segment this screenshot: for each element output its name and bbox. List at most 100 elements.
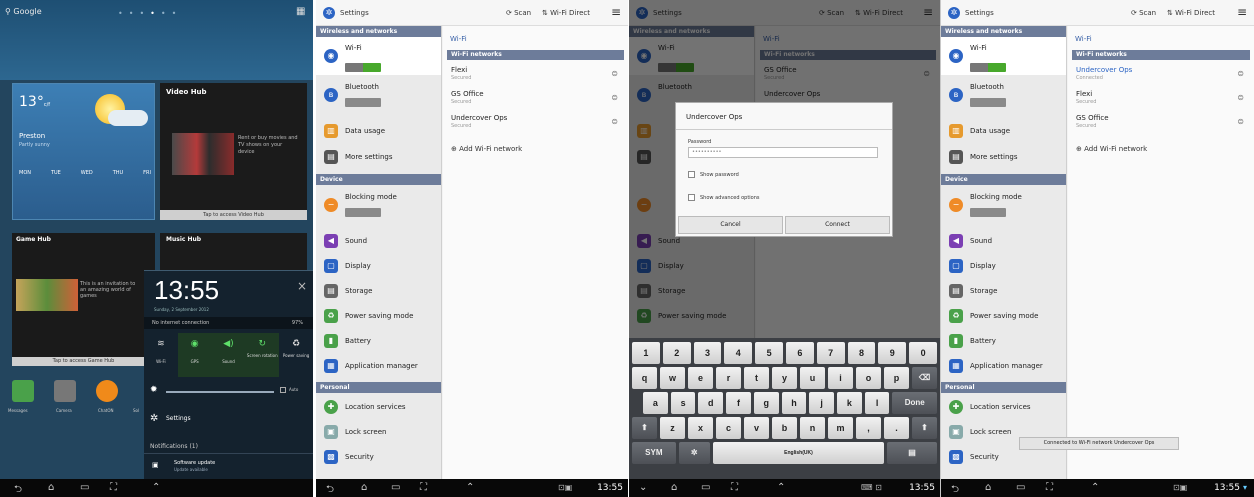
power-saving-item[interactable]: ♻ Power saving mode xyxy=(316,307,441,327)
key[interactable]: a xyxy=(643,392,668,414)
chevron-up-icon[interactable]: ⌃ xyxy=(466,482,474,493)
wifi-toggle[interactable]: ≋ Wi-Fi xyxy=(144,333,178,377)
back-icon[interactable]: ⮌ xyxy=(326,482,334,497)
game-hub-widget[interactable]: Game Hub This is an invitation to an ama… xyxy=(12,233,155,366)
wifi-switch[interactable] xyxy=(970,63,1006,72)
add-network-button[interactable]: ⊕ Add Wi-Fi network xyxy=(451,145,522,153)
brightness-slider[interactable] xyxy=(166,391,274,393)
bluetooth-item[interactable]: ʙ Bluetooth xyxy=(941,76,1066,112)
key[interactable]: u xyxy=(800,367,825,389)
key[interactable]: q xyxy=(632,367,657,389)
more-settings-item[interactable]: ▤ More settings xyxy=(941,148,1066,168)
network-item[interactable]: Undercover Ops Secured ⊜ xyxy=(451,114,620,129)
wifi-item[interactable]: ◉ Wi-Fi xyxy=(941,37,1066,75)
settings-key[interactable]: ✲ xyxy=(678,442,710,464)
key[interactable]: m xyxy=(828,417,853,439)
recent-apps-icon[interactable]: ▭ xyxy=(391,482,400,493)
key[interactable]: 6 xyxy=(785,342,814,364)
space-key[interactable]: English(UK) xyxy=(712,442,885,464)
recent-apps-icon[interactable]: ▭ xyxy=(80,482,89,493)
scan-button[interactable]: ⟳ Scan xyxy=(506,9,531,17)
network-item[interactable]: Flexi Secured ⊜ xyxy=(451,66,620,81)
sound-item[interactable]: ◀ Sound xyxy=(941,232,1066,252)
key[interactable]: g xyxy=(753,392,779,414)
sound-toggle[interactable]: ◀) Sound xyxy=(211,333,246,377)
key[interactable]: 5 xyxy=(755,342,783,364)
lock-screen-item[interactable]: ▣ Lock screen xyxy=(316,423,441,443)
key[interactable]: j xyxy=(809,392,835,414)
connect-button[interactable]: Connect xyxy=(785,216,890,234)
game-hub-action[interactable]: Tap to access Game Hub xyxy=(12,357,155,366)
app-manager-item[interactable]: ▦ Application manager xyxy=(316,357,441,377)
key[interactable]: c xyxy=(716,417,741,439)
key[interactable]: y xyxy=(772,367,797,389)
security-item[interactable]: ▩ Security xyxy=(941,448,1066,468)
recent-apps-icon[interactable]: ▭ xyxy=(701,482,710,493)
wifi-direct-button[interactable]: ⇅ Wi-Fi Direct xyxy=(542,9,590,17)
done-key[interactable]: Done xyxy=(892,392,937,414)
key[interactable]: n xyxy=(800,417,825,439)
security-item[interactable]: ▩ Security xyxy=(316,448,441,468)
chevron-up-icon[interactable]: ⌃ xyxy=(777,482,785,493)
key[interactable]: v xyxy=(744,417,769,439)
power-saving-item[interactable]: ♻ Power saving mode xyxy=(941,307,1066,327)
key[interactable]: 3 xyxy=(693,342,722,364)
camera-app-icon[interactable] xyxy=(54,380,76,402)
home-icon[interactable]: ⌂ xyxy=(985,482,991,493)
key[interactable]: r xyxy=(716,367,741,389)
key[interactable]: z xyxy=(660,417,685,439)
messages-app-icon[interactable] xyxy=(12,380,34,402)
power-saving-toggle[interactable]: ♻ Power saving xyxy=(279,333,313,377)
key[interactable]: x xyxy=(688,417,713,439)
sym-key[interactable]: SYM xyxy=(632,442,676,464)
menu-icon[interactable]: ≡ xyxy=(1237,5,1247,19)
battery-item[interactable]: ▮ Battery xyxy=(316,332,441,352)
bluetooth-item[interactable]: ʙ Bluetooth xyxy=(316,76,441,112)
key[interactable]: 4 xyxy=(724,342,753,364)
key[interactable]: p xyxy=(884,367,909,389)
key[interactable]: w xyxy=(660,367,685,389)
key[interactable]: e xyxy=(688,367,713,389)
key[interactable]: h xyxy=(781,392,807,414)
key[interactable]: d xyxy=(698,392,724,414)
network-item-connected[interactable]: Undercover Ops Connected ⊜ xyxy=(1076,66,1246,81)
key[interactable]: s xyxy=(670,392,696,414)
video-hub-action[interactable]: Tap to access Video Hub xyxy=(160,210,307,220)
home-icon[interactable]: ⌂ xyxy=(671,482,677,493)
key[interactable]: b xyxy=(772,417,797,439)
home-icon[interactable]: ⌂ xyxy=(361,482,367,493)
network-item[interactable]: GS OfficeSecured⊜ xyxy=(1076,114,1246,129)
back-icon[interactable]: ⮌ xyxy=(14,482,22,497)
show-advanced-checkbox[interactable] xyxy=(688,194,695,201)
network-item[interactable]: Flexi Secured ⊜ xyxy=(1076,90,1246,105)
network-item[interactable]: GS OfficeSecured⊜ xyxy=(451,90,620,105)
battery-item[interactable]: ▮ Battery xyxy=(941,332,1066,352)
blocking-mode-item[interactable]: − Blocking mode xyxy=(316,186,441,222)
storage-item[interactable]: ▤ Storage xyxy=(941,282,1066,302)
sound-item[interactable]: ◀ Sound xyxy=(316,232,441,252)
show-password-checkbox[interactable] xyxy=(688,171,695,178)
weather-widget[interactable]: 13°c/f Preston Partly sunny MON TUE WED THU… xyxy=(12,83,155,220)
storage-item[interactable]: ▤ Storage xyxy=(316,282,441,302)
data-usage-item[interactable]: ▥ Data usage xyxy=(316,122,441,142)
software-update-notification[interactable]: ▣ Software update Update available xyxy=(144,457,313,477)
chevron-up-icon[interactable]: ⌃ xyxy=(152,482,160,493)
screenshot-icon[interactable]: ⛶ xyxy=(1046,482,1053,493)
video-hub-widget[interactable]: Video Hub Rent or buy movies and TV show… xyxy=(160,83,307,220)
google-search-bar[interactable]: ⚲ Google xyxy=(5,7,42,16)
password-input[interactable]: •••••••••• xyxy=(688,147,878,158)
scan-button[interactable]: ⟳ Scan xyxy=(1131,9,1156,17)
clipboard-key[interactable]: ▤ xyxy=(887,442,938,464)
screenshot-icon[interactable]: ⛶ xyxy=(110,482,117,493)
display-item[interactable]: ▢ Display xyxy=(316,257,441,277)
gps-toggle[interactable]: ◉ GPS xyxy=(177,333,212,377)
key[interactable]: t xyxy=(744,367,769,389)
recent-apps-icon[interactable]: ▭ xyxy=(1016,482,1025,493)
menu-icon[interactable]: ≡ xyxy=(611,5,621,19)
wifi-switch[interactable] xyxy=(345,63,381,72)
display-item[interactable]: ▢ Display xyxy=(941,257,1066,277)
key[interactable]: f xyxy=(726,392,751,414)
key[interactable]: , xyxy=(856,417,881,439)
key[interactable]: 7 xyxy=(816,342,845,364)
grid-icon[interactable]: ▦ xyxy=(296,6,305,17)
